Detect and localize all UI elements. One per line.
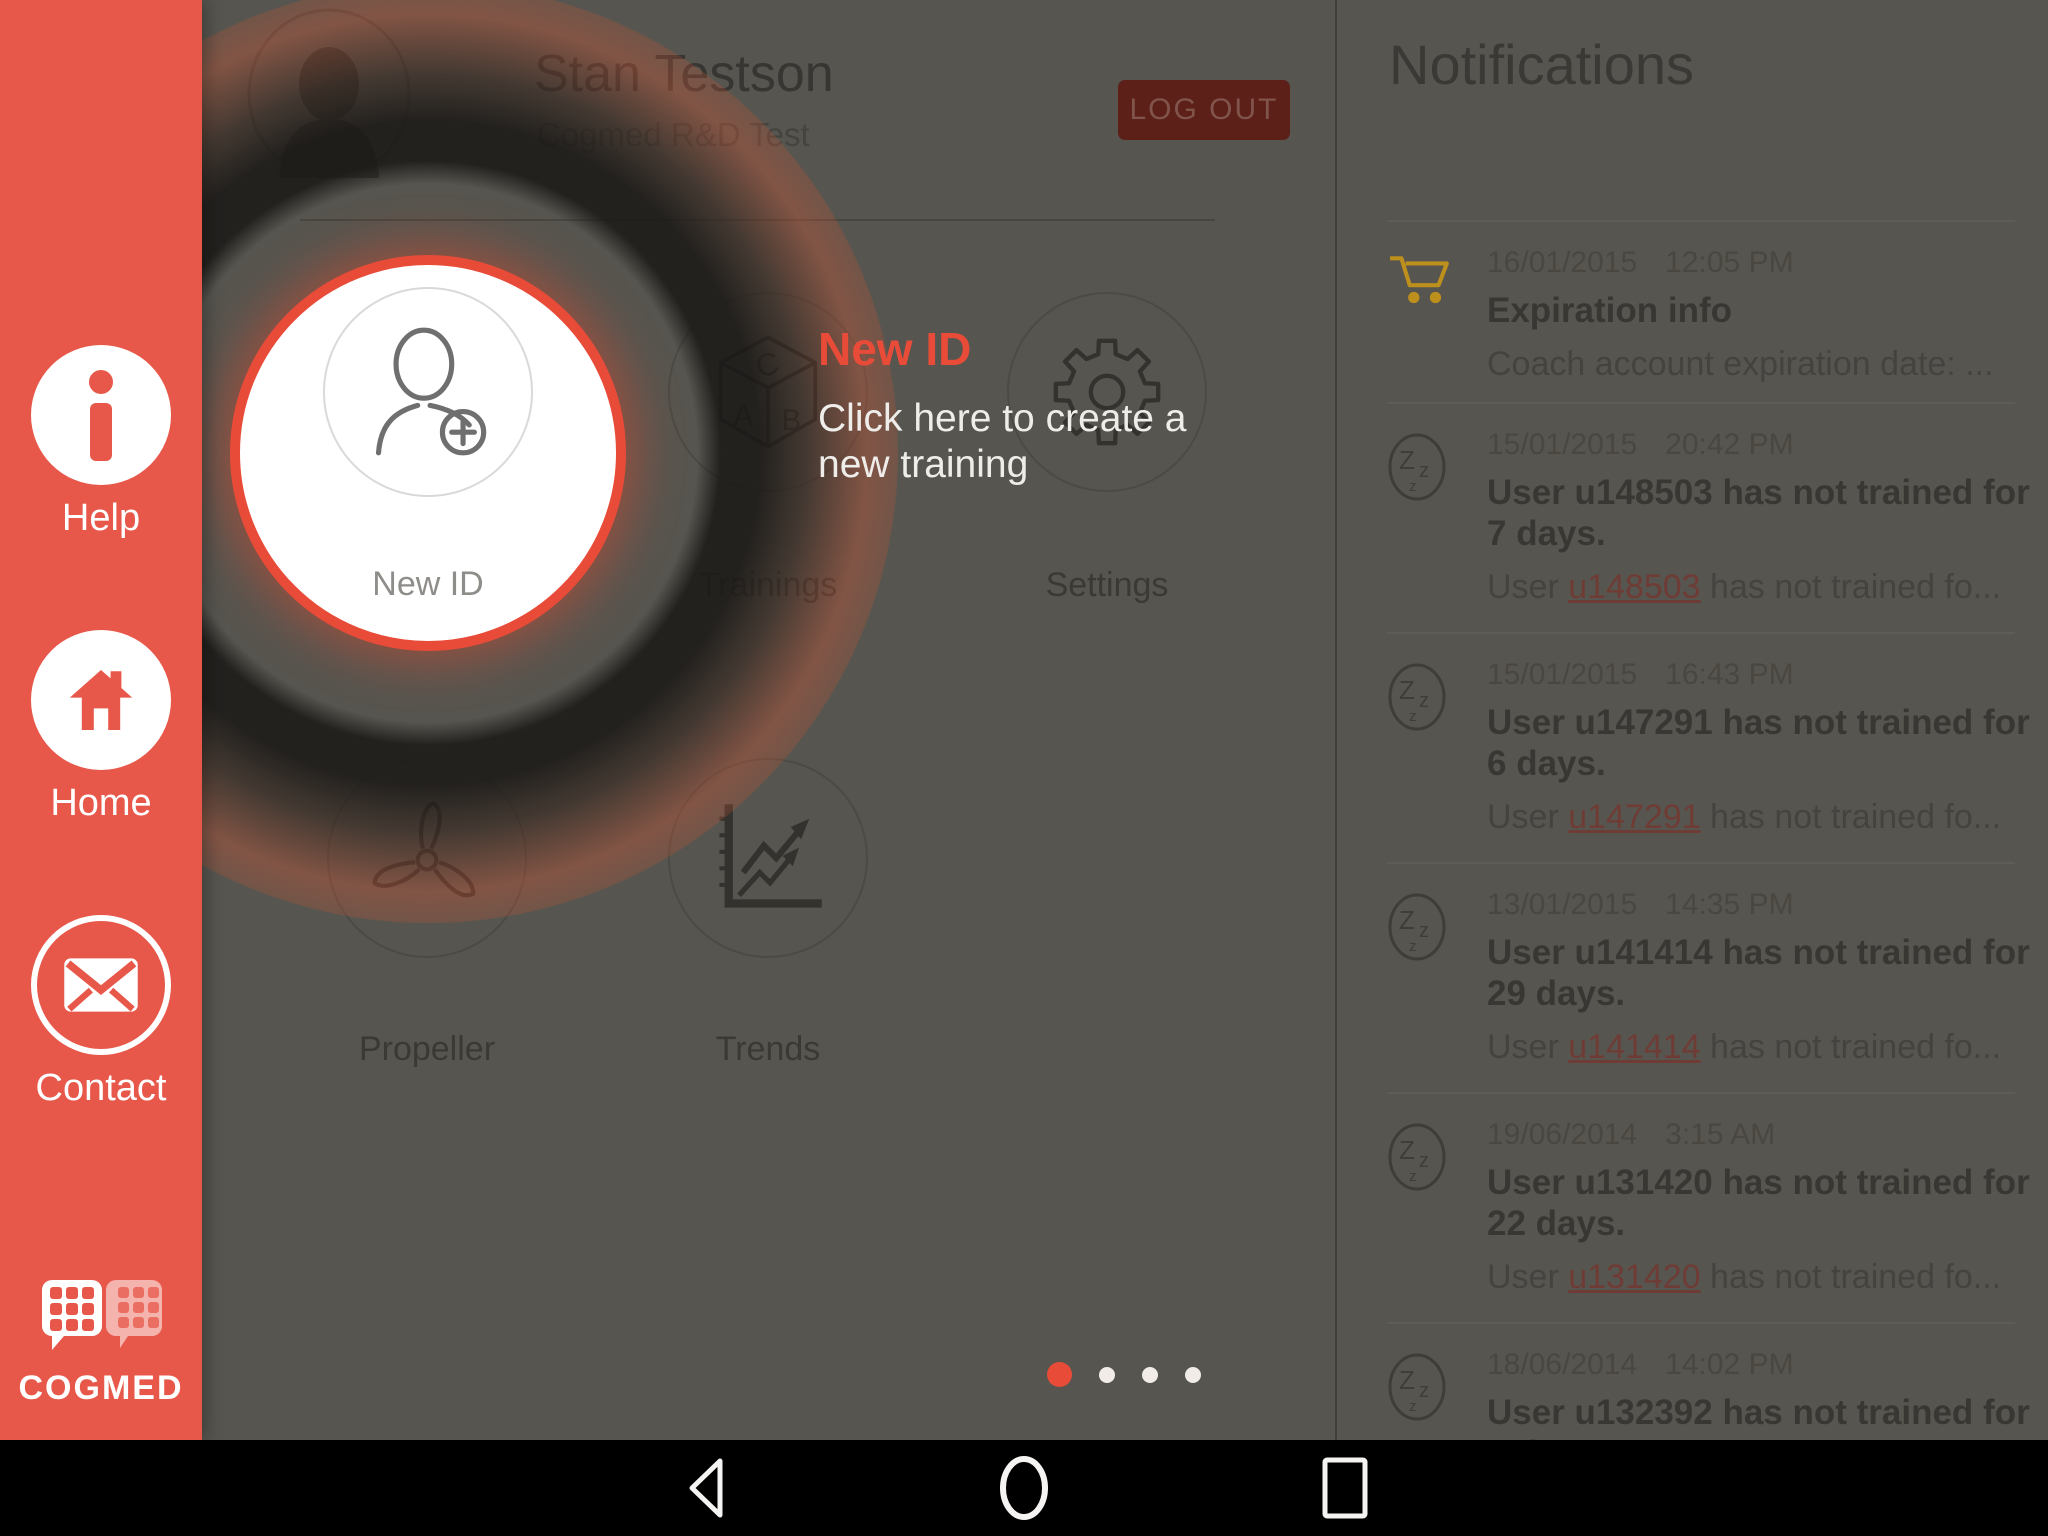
- svg-text:Z: Z: [1399, 1365, 1415, 1395]
- sidebar-label-contact: Contact: [0, 1067, 202, 1110]
- pager-dot-2[interactable]: [1099, 1367, 1115, 1383]
- mail-icon: [63, 957, 139, 1013]
- menu-item-new-id[interactable]: New ID: [230, 255, 626, 651]
- notification-item[interactable]: Z z z 19/06/20143:15 AM User u131420 has…: [1387, 1094, 2015, 1324]
- sidebar-label-home: Home: [0, 782, 202, 825]
- notification-body: User u141414 has not trained fo...: [1487, 1028, 2007, 1067]
- logout-button[interactable]: LOG OUT: [1118, 80, 1290, 140]
- menu-label-settings: Settings: [977, 566, 1237, 605]
- menu-label-trends: Trends: [638, 1030, 898, 1069]
- svg-text:z: z: [1419, 460, 1429, 482]
- user-link[interactable]: u148503: [1568, 568, 1700, 606]
- svg-text:Z: Z: [1399, 1135, 1415, 1165]
- sleep-icon: Z z z: [1387, 1122, 1447, 1192]
- cogmed-logo: COGMED: [0, 1278, 202, 1408]
- sleep-icon: Z z z: [1387, 892, 1447, 962]
- user-link[interactable]: u147291: [1568, 798, 1700, 836]
- notification-date: 19/06/20143:15 AM: [1487, 1118, 2007, 1152]
- notification-date: 18/06/201414:02 PM: [1487, 1348, 2007, 1382]
- back-icon: [684, 1455, 726, 1521]
- cogmed-logo-icon: [38, 1278, 164, 1360]
- sidebar-item-contact[interactable]: Contact: [0, 915, 202, 1110]
- app-screen: Stan Testson Cogmed R&D Test LOG OUT C A…: [0, 0, 2048, 1536]
- notifications-list: 16/01/201512:05 PM Expiration info Coach…: [1387, 220, 2015, 1440]
- pager-dot-4[interactable]: [1185, 1367, 1201, 1383]
- home-circle-icon: [996, 1453, 1052, 1523]
- notification-title: User u147291 has not trained for 6 days.: [1487, 702, 2032, 784]
- svg-text:z: z: [1419, 920, 1429, 942]
- sidebar-item-help[interactable]: Help: [0, 345, 202, 540]
- svg-text:z: z: [1419, 690, 1429, 712]
- sleep-icon: Z z z: [1387, 662, 1447, 732]
- notification-title: User u132392 has not trained for 7 days.: [1487, 1392, 2032, 1440]
- add-user-icon: [355, 325, 501, 459]
- notification-item[interactable]: Z z z 15/01/201520:42 PM User u148503 ha…: [1387, 404, 2015, 634]
- android-nav-bar: [0, 1440, 2048, 1536]
- sleep-icon: Z z z: [1387, 1352, 1447, 1422]
- notification-body: User u147291 has not trained fo...: [1487, 798, 2007, 837]
- new-id-circle: [323, 287, 533, 497]
- cogmed-logo-text: COGMED: [0, 1369, 202, 1408]
- sidebar-item-home[interactable]: Home: [0, 630, 202, 825]
- notification-item[interactable]: 16/01/201512:05 PM Expiration info Coach…: [1387, 222, 2015, 404]
- svg-text:Z: Z: [1399, 445, 1415, 475]
- recents-square-icon: [1319, 1455, 1371, 1521]
- back-button[interactable]: [645, 1440, 765, 1536]
- notification-title: User u131420 has not trained for 22 days…: [1487, 1162, 2032, 1244]
- notification-title: Expiration info: [1487, 290, 2032, 331]
- notification-item[interactable]: Z z z 13/01/201514:35 PM User u141414 ha…: [1387, 864, 2015, 1094]
- menu-label-new-id: New ID: [240, 565, 616, 604]
- notification-item[interactable]: Z z z 15/01/201516:43 PM User u147291 ha…: [1387, 634, 2015, 864]
- info-icon: [86, 369, 116, 461]
- notification-date: 15/01/201516:43 PM: [1487, 658, 2007, 692]
- svg-text:Z: Z: [1399, 905, 1415, 935]
- tooltip-text: Click here to create a new training: [818, 396, 1187, 488]
- notification-date: 16/01/201512:05 PM: [1487, 246, 2007, 280]
- notification-date: 13/01/201514:35 PM: [1487, 888, 2007, 922]
- pager-dot-1-active[interactable]: [1047, 1362, 1072, 1387]
- notification-body: User u148503 has not trained fo...: [1487, 568, 2007, 607]
- svg-text:z: z: [1409, 478, 1417, 495]
- tooltip-title: New ID: [818, 322, 971, 376]
- notification-title: User u148503 has not trained for 7 days.: [1487, 472, 2032, 554]
- svg-text:z: z: [1409, 708, 1417, 725]
- page-indicator: [1047, 1362, 1201, 1387]
- svg-text:z: z: [1409, 1168, 1417, 1185]
- recents-button[interactable]: [1285, 1440, 1405, 1536]
- menu-label-propeller: Propeller: [297, 1030, 557, 1069]
- svg-text:z: z: [1409, 938, 1417, 955]
- svg-text:Z: Z: [1399, 675, 1415, 705]
- svg-text:z: z: [1419, 1150, 1429, 1172]
- sleep-icon: Z z z: [1387, 432, 1447, 502]
- svg-text:z: z: [1419, 1380, 1429, 1402]
- home-nav-button[interactable]: [964, 1440, 1084, 1536]
- notification-date: 15/01/201520:42 PM: [1487, 428, 2007, 462]
- notification-body: User u131420 has not trained fo...: [1487, 1258, 2007, 1297]
- cart-icon: [1387, 250, 1453, 312]
- notifications-panel: Notifications 16/01/201512:05 PM Expirat…: [1337, 0, 2048, 1440]
- user-link[interactable]: u141414: [1568, 1028, 1700, 1066]
- svg-text:z: z: [1409, 1398, 1417, 1415]
- sidebar-label-help: Help: [0, 497, 202, 540]
- notification-body: Coach account expiration date: ...: [1487, 345, 2007, 384]
- pager-dot-3[interactable]: [1142, 1367, 1158, 1383]
- home-icon: [65, 665, 137, 735]
- notification-title: User u141414 has not trained for 29 days…: [1487, 932, 2032, 1014]
- notification-item[interactable]: Z z z 18/06/201414:02 PM User u132392 ha…: [1387, 1324, 2015, 1440]
- user-link[interactable]: u131420: [1568, 1258, 1700, 1296]
- sidebar: Help Home Contact: [0, 0, 202, 1440]
- notifications-title: Notifications: [1389, 32, 1694, 97]
